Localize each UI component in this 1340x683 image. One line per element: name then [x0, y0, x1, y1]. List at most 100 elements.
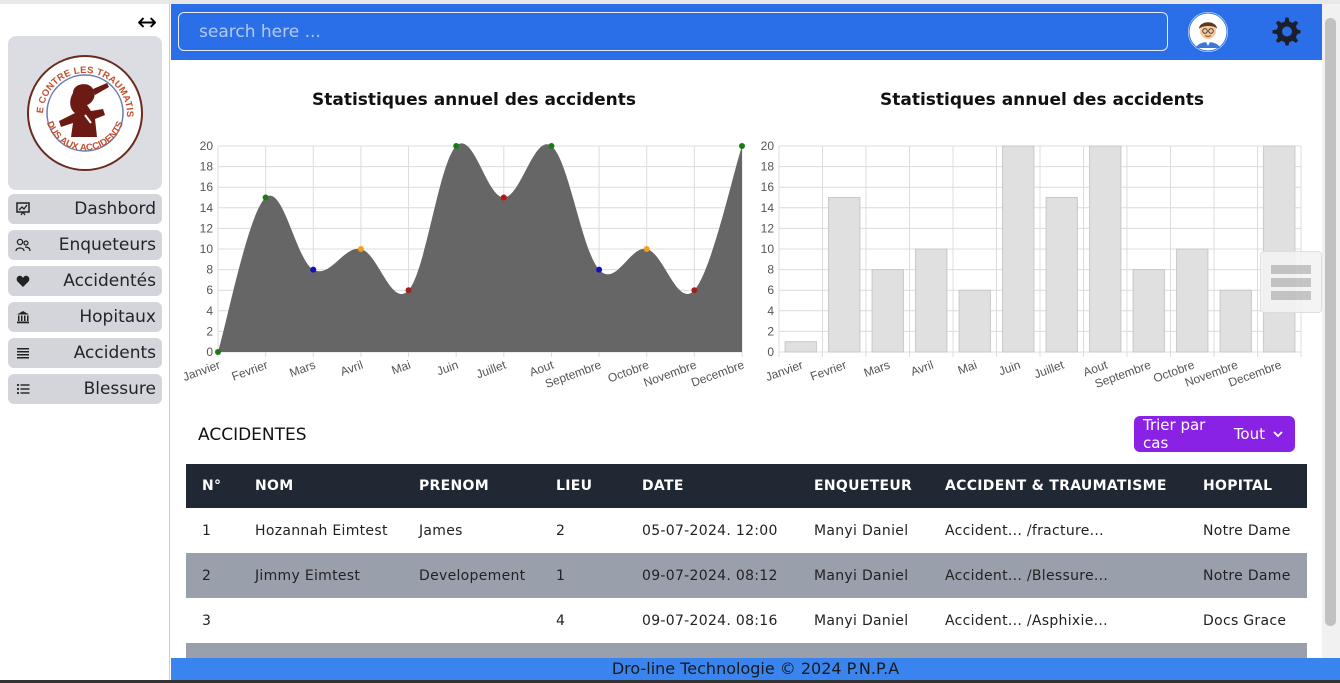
y-tick-label: 8	[206, 263, 213, 277]
table-cell: Accident... /Blessure...	[945, 567, 1109, 584]
data-point	[215, 349, 221, 355]
search-input[interactable]	[178, 12, 1168, 51]
table-cell	[239, 598, 403, 643]
table-row[interactable]	[186, 643, 1307, 658]
x-tick-label: Janvier	[181, 358, 222, 384]
bar	[958, 289, 991, 353]
x-tick-label: Janvier	[764, 358, 805, 384]
table-row[interactable]: 3 4 09-07-2024. 08:16 Manyi Daniel Accid…	[186, 598, 1307, 643]
table-cell	[403, 598, 540, 643]
sidebar-item-label: Blessure	[83, 379, 156, 399]
sidebar-item-hopitaux[interactable]: Hopitaux	[8, 302, 162, 332]
sidebar-item-enqueteurs[interactable]: Enqueteurs	[8, 230, 162, 260]
column-header[interactable]: LIEU	[540, 464, 626, 508]
data-point	[643, 246, 650, 252]
data-point	[548, 143, 555, 149]
table-row[interactable]: 2 Jimmy Eimtest Developement 1 09-07-202…	[186, 553, 1307, 598]
sort-dropdown[interactable]: Trier par cas Tout	[1134, 416, 1295, 452]
y-tick-label: 0	[206, 345, 213, 359]
data-point	[310, 266, 317, 273]
settings-gear-icon[interactable]	[1271, 16, 1303, 48]
table-cell: Manyi Daniel	[814, 567, 909, 584]
x-tick-label: Avril	[338, 358, 365, 379]
bar	[1263, 145, 1296, 353]
table-cell: Hozannah Eimtest	[255, 522, 388, 539]
y-tick-label: 10	[761, 242, 775, 256]
bar-chart-title: Statistiques annuel des accidents	[880, 90, 1204, 110]
x-tick-label: Avril	[909, 358, 936, 379]
bar	[1089, 145, 1122, 353]
sidebar-item-label: Hopitaux	[79, 307, 156, 327]
sidebar-item-accidents[interactable]: Accidents	[8, 338, 162, 368]
user-avatar[interactable]	[1188, 12, 1228, 52]
y-tick-label: 0	[767, 345, 774, 359]
sidebar-item-dashbord[interactable]: Dashbord	[8, 194, 162, 224]
chart-menu-button[interactable]	[1260, 251, 1322, 313]
scrollbar-thumb[interactable]	[1325, 18, 1336, 626]
y-tick-label: 20	[761, 139, 775, 153]
x-tick-label: Juin	[997, 358, 1022, 379]
y-tick-label: 10	[200, 242, 214, 256]
table-cell	[798, 643, 929, 658]
table-cell	[186, 643, 239, 658]
data-point	[453, 143, 460, 149]
chevron-down-icon	[1273, 428, 1283, 441]
data-point	[357, 246, 364, 252]
list-icon	[14, 380, 32, 398]
sort-value: Tout	[1233, 425, 1265, 443]
x-tick-label: Fevrier	[808, 358, 848, 384]
table-cell	[239, 643, 403, 658]
table-cell: Docs Grace	[1203, 612, 1287, 629]
table-cell: Developement	[419, 567, 526, 584]
column-header[interactable]: N°	[186, 464, 239, 508]
table-cell: Notre Dame	[1203, 567, 1291, 584]
footer: Dro-line Technologie © 2024 P.N.P.A	[171, 658, 1340, 680]
dashboard-icon	[14, 200, 32, 218]
table-cell	[626, 643, 798, 658]
table-cell: Jimmy Eimtest	[255, 567, 361, 584]
y-tick-label: 18	[761, 160, 775, 174]
data-point	[691, 287, 698, 294]
sidebar-item-accidentes[interactable]: Accidentés	[8, 266, 162, 296]
bar	[784, 341, 817, 353]
x-tick-label: Juin	[435, 358, 460, 379]
bar	[1219, 289, 1252, 353]
x-tick-label: Decembre	[689, 358, 746, 390]
y-tick-label: 4	[206, 304, 213, 318]
line-chart: 0 2 4 6 8 10 12 14 16 18 20 Janvier Fevrier Mars Avril…	[181, 139, 746, 391]
y-tick-label: 14	[761, 201, 775, 215]
y-tick-label: 12	[200, 221, 214, 235]
app: ↔ LUTTE CONTRE LES TRAUMATISMES DUS AUX …	[0, 0, 1340, 683]
users-icon	[14, 236, 32, 254]
table-cell	[929, 643, 1187, 658]
column-header[interactable]: HOPITAL	[1187, 464, 1307, 508]
y-tick-label: 16	[200, 180, 214, 194]
bar	[1132, 269, 1165, 353]
y-tick-label: 4	[767, 304, 774, 318]
column-header[interactable]: NOM	[239, 464, 403, 508]
table-cell: James	[419, 522, 463, 539]
sidebar-item-blessure[interactable]: Blessure	[8, 374, 162, 404]
x-tick-label: Novembre	[642, 358, 699, 390]
sidebar-nav: Dashbord Enqueteurs Accidentés Hopitaux	[8, 194, 162, 410]
y-tick-label: 18	[200, 160, 214, 174]
y-tick-label: 20	[200, 139, 214, 153]
lines-icon	[14, 344, 32, 362]
y-tick-label: 6	[767, 283, 774, 297]
bar	[1045, 197, 1078, 353]
table-cell: Notre Dame	[1203, 522, 1291, 539]
column-header[interactable]: ENQUETEUR	[798, 464, 929, 508]
sidebar-toggle-icon[interactable]: ↔	[137, 10, 157, 34]
data-point	[500, 194, 507, 201]
x-tick-label: Mars	[862, 358, 892, 380]
data-point	[596, 266, 603, 273]
column-header[interactable]: ACCIDENT & TRAUMATISME	[929, 464, 1187, 508]
column-header[interactable]: DATE	[626, 464, 798, 508]
column-header[interactable]: PRENOM	[403, 464, 540, 508]
bar-chart: 0 2 4 6 8 10 12 14 16 18 20 Janvier Fevrier Mars Avril…	[761, 139, 1302, 391]
table-cell: Accident... /fracture...	[945, 522, 1104, 539]
x-tick-label: Mai	[956, 358, 979, 378]
y-tick-label: 2	[206, 324, 213, 338]
table-cell: 1	[556, 567, 566, 584]
table-row[interactable]: 1 Hozannah Eimtest James 2 05-07-2024. 1…	[186, 508, 1307, 553]
